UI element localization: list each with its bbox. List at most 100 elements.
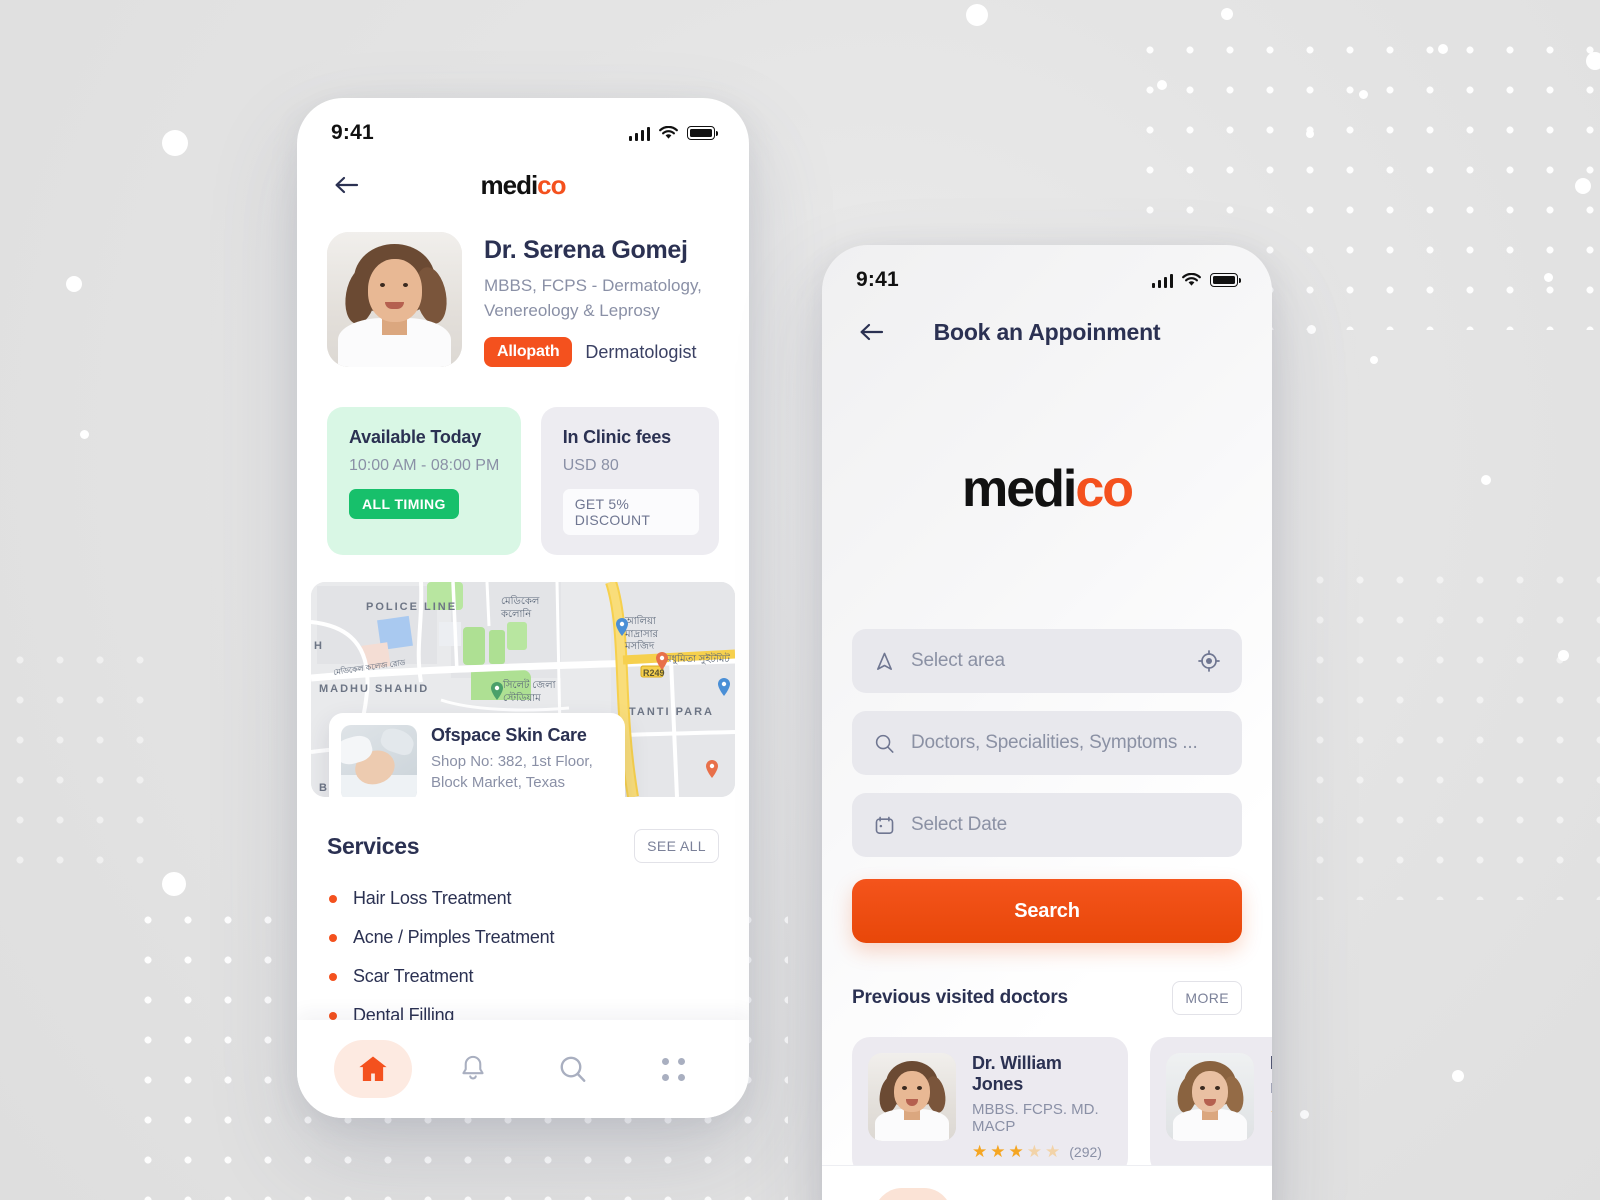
map-label-bn-mosque: আলিয়া মাদ্রাসার মসজিদ <box>625 616 659 653</box>
arrow-left-icon <box>860 323 884 341</box>
wifi-icon <box>659 126 678 139</box>
bullet-icon <box>329 1011 337 1020</box>
bottom-navigation <box>297 1020 749 1118</box>
previous-doctors-header: Previous visited doctors MORE <box>822 943 1272 1015</box>
previous-doctors-title: Previous visited doctors <box>852 987 1068 1008</box>
doctor-degrees: MBBS, FCPS - Dermatology, Venereology & … <box>484 276 702 320</box>
doctor-name: Dr. William Jones <box>972 1053 1062 1094</box>
background-dot <box>1481 475 1491 485</box>
page-background <box>0 0 1600 1200</box>
map-label-bn-sweets: মধুমিতা সুইটমিট <box>666 654 730 666</box>
select-area-input[interactable]: Select area <box>852 629 1242 693</box>
status-bar: 9:41 <box>297 98 749 154</box>
status-bar: 9:41 <box>822 245 1272 301</box>
search-button[interactable]: Search <box>852 879 1242 943</box>
doctor-avatar <box>1166 1053 1254 1141</box>
doctor-tags: Allopath Dermatologist <box>484 337 719 368</box>
logo-main: medi <box>961 460 1077 518</box>
allopath-badge: Allopath <box>484 337 573 368</box>
list-item[interactable]: Hair Loss Treatment <box>329 879 719 918</box>
map-label-h: H <box>314 640 324 653</box>
clinic-map[interactable]: POLICE LINE MADHU SHAHID TANTI PARA BILP… <box>311 582 735 798</box>
clinic-info-card[interactable]: Ofspace Skin Care Shop No: 382, 1st Floo… <box>329 713 625 798</box>
background-dot <box>1558 650 1569 661</box>
status-icons <box>1151 273 1241 288</box>
fees-amount: USD 80 <box>562 457 619 475</box>
doctor-name: Dr. Serena Gomej <box>484 236 688 264</box>
app-bar: Book an Appoinment <box>822 301 1272 363</box>
more-button[interactable]: MORE <box>1172 981 1242 1015</box>
map-label-tanti-para: TANTI PARA <box>629 706 714 719</box>
background-dot <box>1586 52 1600 70</box>
all-timing-button[interactable]: ALL TIMING <box>349 489 459 520</box>
map-label-bn-medical-colony: মেডিকেল কলোনি <box>501 596 540 620</box>
map-pin-icon <box>706 760 718 779</box>
bullet-icon <box>329 933 337 942</box>
in-clinic-fees-card[interactable]: In Clinic fees USD 80 GET 5% DISCOUNT <box>540 407 719 556</box>
search-form: Select area Doctors, Specialities, Sympt… <box>822 519 1272 943</box>
list-item[interactable]: Scar Treatment <box>329 957 719 996</box>
background-dot <box>162 130 188 156</box>
back-button[interactable] <box>852 312 892 352</box>
clinic-thumbnail <box>341 725 417 798</box>
services-header: Services SEE ALL <box>297 797 749 864</box>
available-today-card[interactable]: Available Today 10:00 AM - 08:00 PM ALL … <box>327 407 521 556</box>
doctor-info: Dr. Serena Gomej MBBS, FCPS - Dermatolog… <box>484 232 719 368</box>
doctors-search-input[interactable]: Doctors, Specialities, Symptoms ... <box>852 711 1242 775</box>
service-label: Scar Treatment <box>353 966 474 987</box>
background-dot <box>1452 1070 1464 1082</box>
review-count: (292) <box>1069 1143 1102 1160</box>
battery-full-icon <box>1210 273 1241 287</box>
nav-notifications[interactable] <box>434 1040 512 1098</box>
nav-home[interactable] <box>334 1040 412 1098</box>
star-icon: ★ <box>1270 1105 1272 1122</box>
rating-stars: ★ ★ ★ <box>1270 1105 1272 1122</box>
list-item[interactable]: Acne / Pimples Treatment <box>329 918 719 957</box>
fees-title: In Clinic fees <box>562 427 671 448</box>
phone-doctor-profile: 9:41 medico Dr. Serena Gomej MBBS, FCPS … <box>297 98 749 1118</box>
rating-stars: ★ ★ ★ ★ ★ (292) <box>972 1143 1112 1160</box>
available-title: Available Today <box>349 427 482 448</box>
home-icon <box>359 1056 387 1081</box>
navigation-arrow-icon <box>877 652 892 670</box>
back-button[interactable] <box>327 165 367 205</box>
star-icon: ★ <box>1008 1142 1024 1161</box>
nav-more[interactable] <box>634 1040 712 1098</box>
cellular-bars-icon <box>628 126 650 141</box>
doctor-avatar <box>327 232 462 367</box>
doctors-search-placeholder: Doctors, Specialities, Symptoms ... <box>911 732 1198 753</box>
calendar-icon <box>875 816 894 834</box>
bullet-icon <box>329 972 337 981</box>
locate-target-icon[interactable] <box>1198 650 1220 672</box>
select-date-input[interactable]: Select Date <box>852 793 1242 857</box>
star-icon: ★ <box>1045 1142 1061 1161</box>
see-all-button[interactable]: SEE ALL <box>634 829 719 864</box>
background-dot <box>80 430 89 439</box>
nav-home[interactable] <box>874 1188 952 1200</box>
background-dot <box>1157 80 1167 90</box>
doctor-card[interactable]: Dr. Se MBBS. ★ ★ ★ <box>1150 1037 1272 1176</box>
doctor-degrees: MBBS. FCPS. MD. MACP <box>972 1101 1099 1135</box>
status-time: 9:41 <box>856 268 899 291</box>
background-dot <box>966 4 988 26</box>
background-dot <box>1370 356 1378 364</box>
background-dot <box>1438 44 1448 54</box>
background-dot <box>1575 178 1591 194</box>
available-hours: 10:00 AM - 08:00 PM <box>349 457 500 475</box>
logo-accent: co <box>537 169 566 200</box>
status-icons <box>628 126 718 141</box>
doctor-card[interactable]: Dr. William Jones MBBS. FCPS. MD. MACP ★… <box>852 1037 1128 1176</box>
background-dot <box>162 872 186 896</box>
background-dot <box>1306 130 1314 138</box>
background-dot <box>1544 273 1553 282</box>
previous-doctors-list: Dr. William Jones MBBS. FCPS. MD. MACP ★… <box>822 1015 1272 1176</box>
service-label: Hair Loss Treatment <box>353 888 512 909</box>
bell-icon <box>462 1055 484 1080</box>
nav-search[interactable] <box>534 1040 612 1098</box>
select-date-placeholder: Select Date <box>911 814 1008 835</box>
get-discount-button[interactable]: GET 5% DISCOUNT <box>562 489 699 536</box>
doctor-name: Dr. Se <box>1270 1053 1272 1074</box>
background-dot-grid-left <box>0 640 160 880</box>
doctor-speciality: Dermatologist <box>585 341 697 362</box>
map-pin-icon <box>616 618 628 637</box>
